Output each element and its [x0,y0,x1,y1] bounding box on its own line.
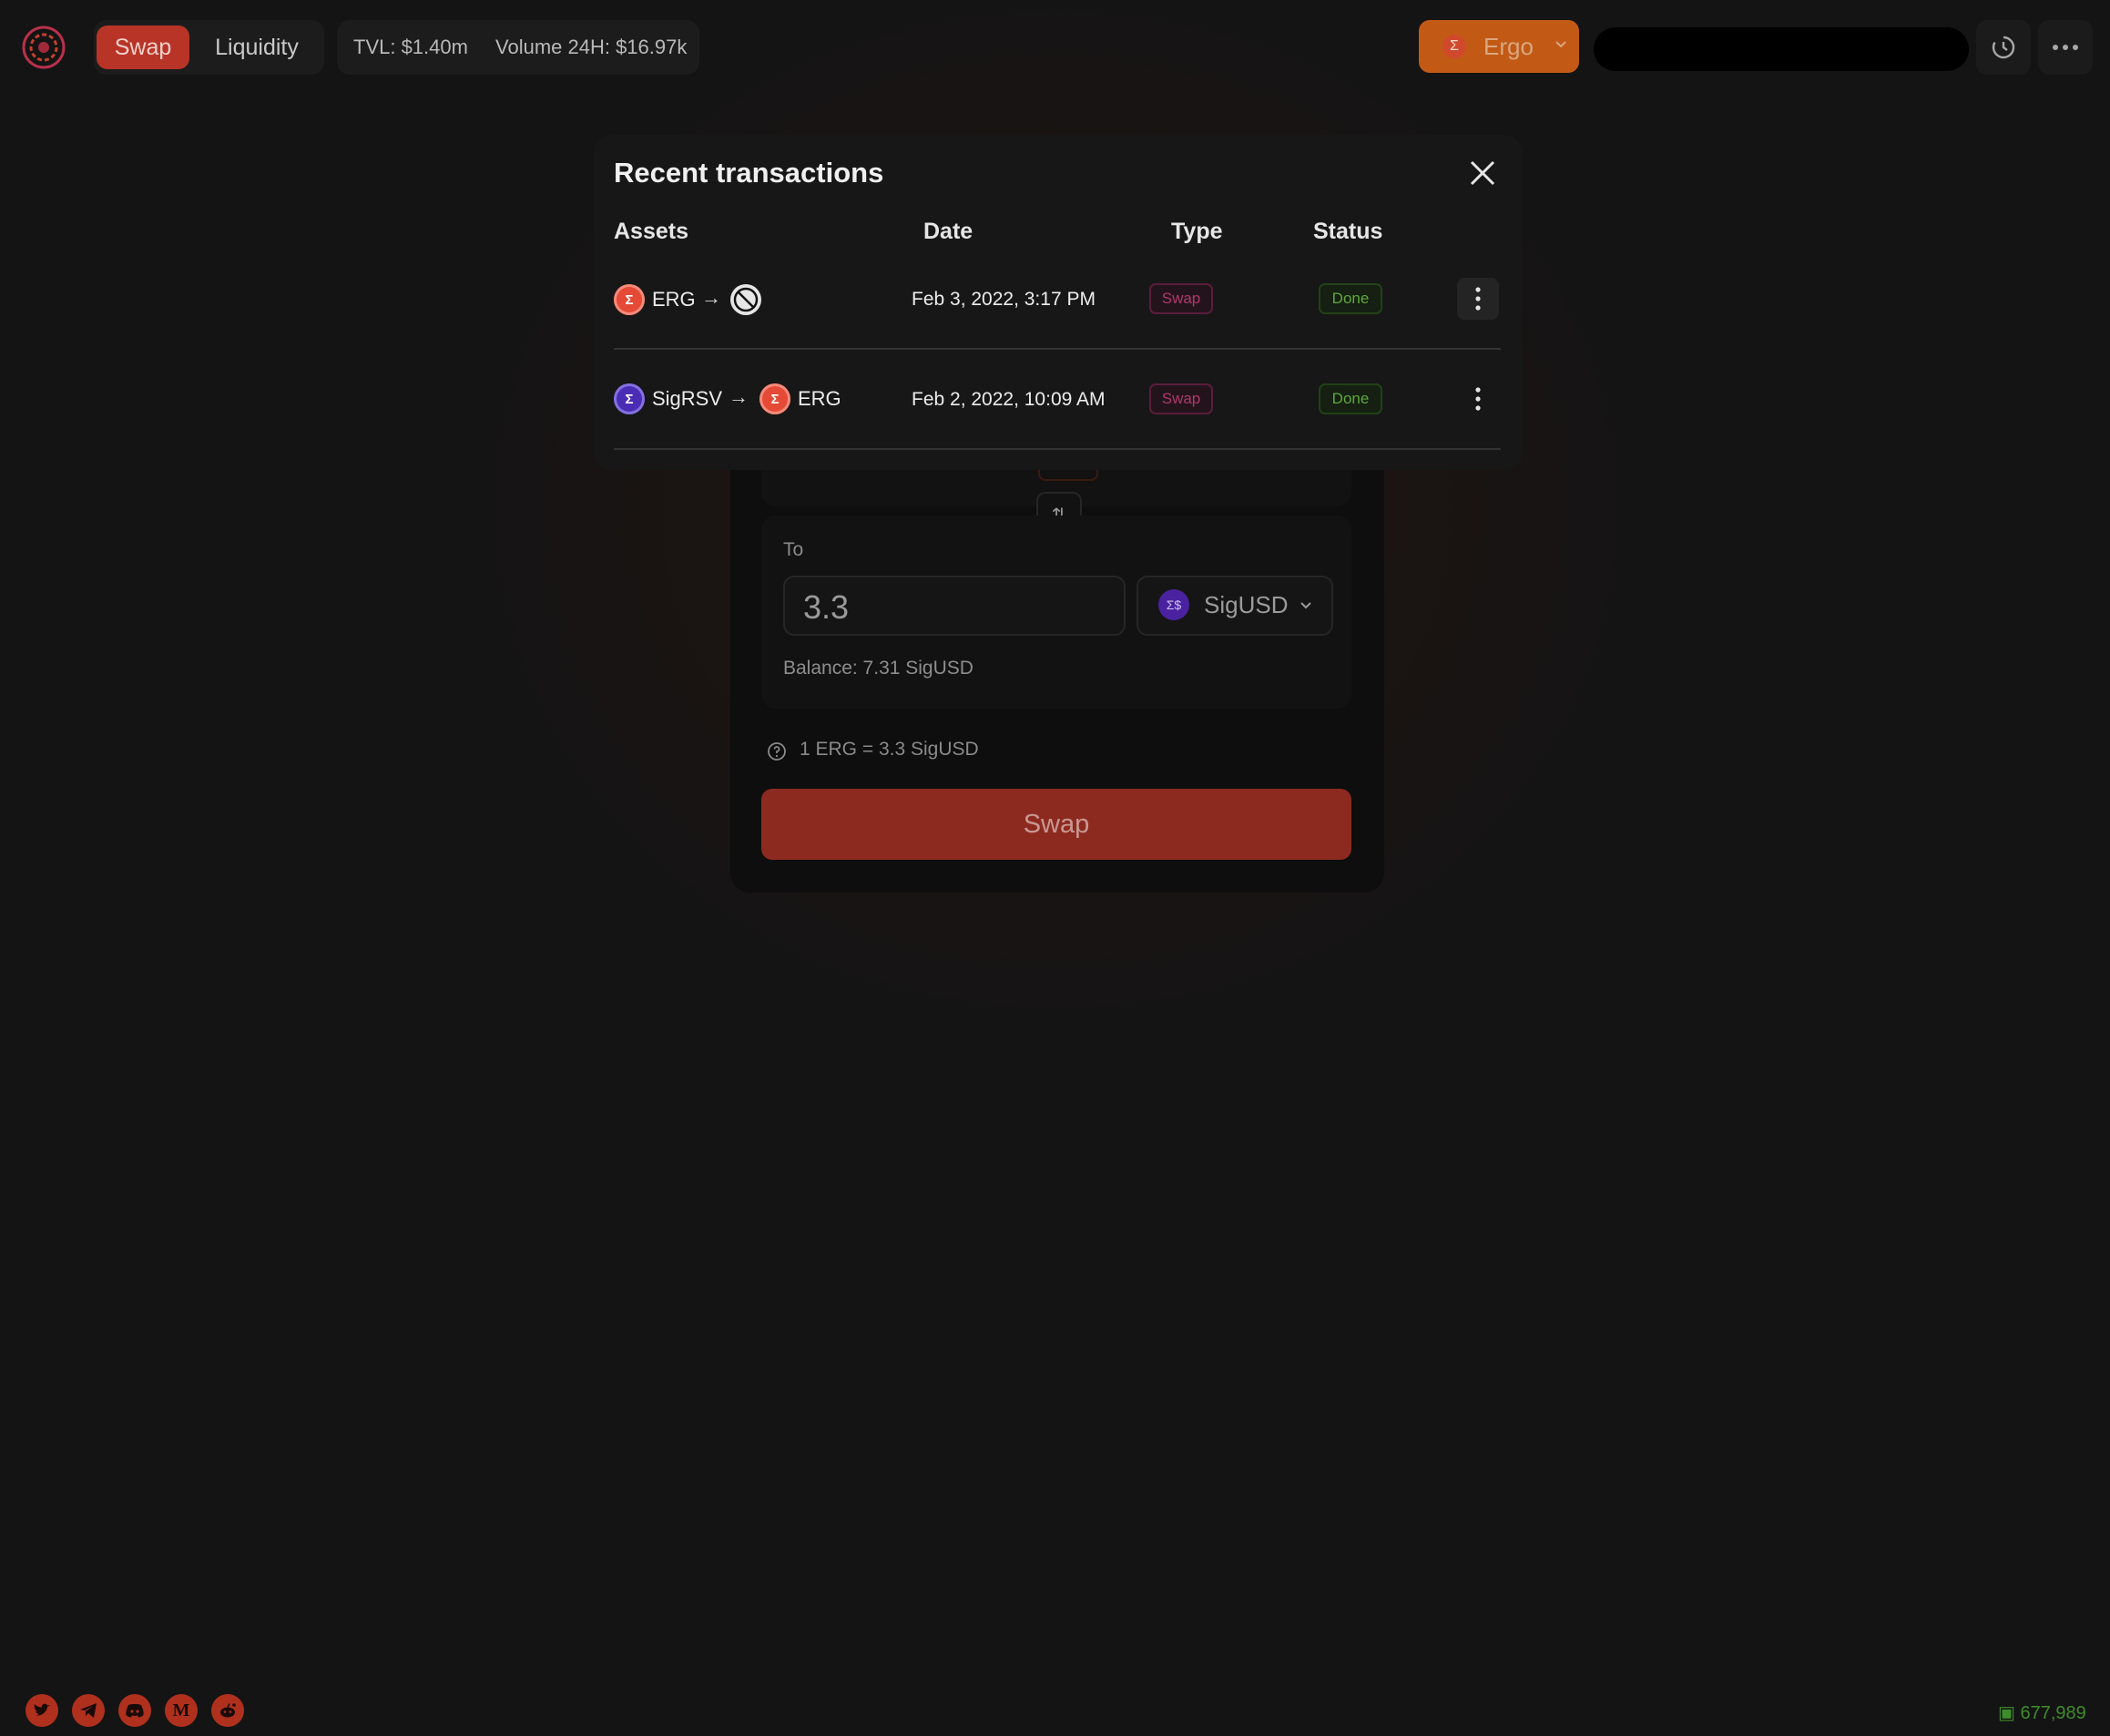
chevron-down-icon [1300,602,1311,609]
help-circle-icon[interactable] [767,741,787,761]
sigusd-token-icon: Σ$ [1158,589,1189,620]
to-asset: ERG [798,387,841,410]
medium-letter: M [172,1700,190,1721]
more-horizontal-icon [2053,45,2078,50]
sigrsv-token-icon: Σ [614,383,645,414]
arrow-right-icon: → [701,286,721,309]
to-label: To [783,539,804,560]
wallet-address-redacted[interactable] [1594,27,1969,71]
type-badge: Swap [1149,283,1213,314]
column-header-assets: Assets [614,219,688,244]
to-balance: Balance: 7.31 SigUSD [783,658,973,679]
tvl-stat: TVL: $1.40m [353,36,468,58]
status-badge: Done [1319,283,1382,314]
status-badge: Done [1319,383,1382,414]
from-asset: ERG [652,288,696,311]
more-options-button[interactable] [2038,20,2093,75]
telegram-icon[interactable] [72,1694,105,1727]
row-actions-button[interactable] [1457,278,1499,320]
main-nav: Swap Liquidity [94,20,324,75]
more-vertical-icon [1475,387,1481,411]
network-label: Ergo [1483,33,1534,60]
to-amount-input[interactable]: 3.3 [783,576,1126,636]
column-header-date: Date [923,219,973,244]
block-height: ▣ 677,989 [1998,1701,2086,1724]
chevron-down-icon [1555,41,1566,48]
column-header-status: Status [1313,219,1383,244]
modal-title: Recent transactions [614,157,884,189]
tx-date: Feb 3, 2022, 3:17 PM [912,289,1096,310]
from-asset: SigRSV [652,387,723,410]
medium-icon[interactable]: M [165,1694,198,1727]
cube-icon: ▣ [1998,1703,2015,1723]
exchange-rate-text: 1 ERG = 3.3 SigUSD [800,739,979,760]
swap-submit-button[interactable]: Swap [761,789,1351,860]
discord-icon[interactable] [118,1694,151,1727]
row-divider [614,448,1501,450]
more-vertical-icon [1475,287,1481,311]
erg-token-icon: Σ [759,383,790,414]
arrow-right-icon: → [729,385,749,408]
row-divider [614,348,1501,350]
close-icon[interactable] [1466,157,1499,189]
block-height-value: 677,989 [2020,1703,2086,1723]
row-actions-button[interactable] [1457,378,1499,420]
to-token-select[interactable]: Σ$ SigUSD [1137,576,1333,636]
type-badge: Swap [1149,383,1213,414]
history-icon [1992,36,2015,59]
reddit-icon[interactable] [211,1694,244,1727]
erg-token-icon: Σ [614,284,645,315]
volume-stat: Volume 24H: $16.97k [495,36,688,58]
tx-date: Feb 2, 2022, 10:09 AM [912,389,1106,410]
nav-swap-tab[interactable]: Swap [97,26,189,69]
to-token-label: SigUSD [1204,591,1289,618]
unknown-token-icon [730,284,761,315]
app-logo-icon[interactable] [20,24,67,71]
ergo-network-icon: Σ [1442,35,1466,58]
nav-liquidity-tab[interactable]: Liquidity [197,26,317,69]
twitter-icon[interactable] [25,1694,58,1727]
column-header-type: Type [1171,219,1223,244]
stats-panel: TVL: $1.40m Volume 24H: $16.97k [337,20,699,75]
history-button[interactable] [1976,20,2031,75]
network-selector[interactable]: Σ Ergo [1419,20,1579,73]
